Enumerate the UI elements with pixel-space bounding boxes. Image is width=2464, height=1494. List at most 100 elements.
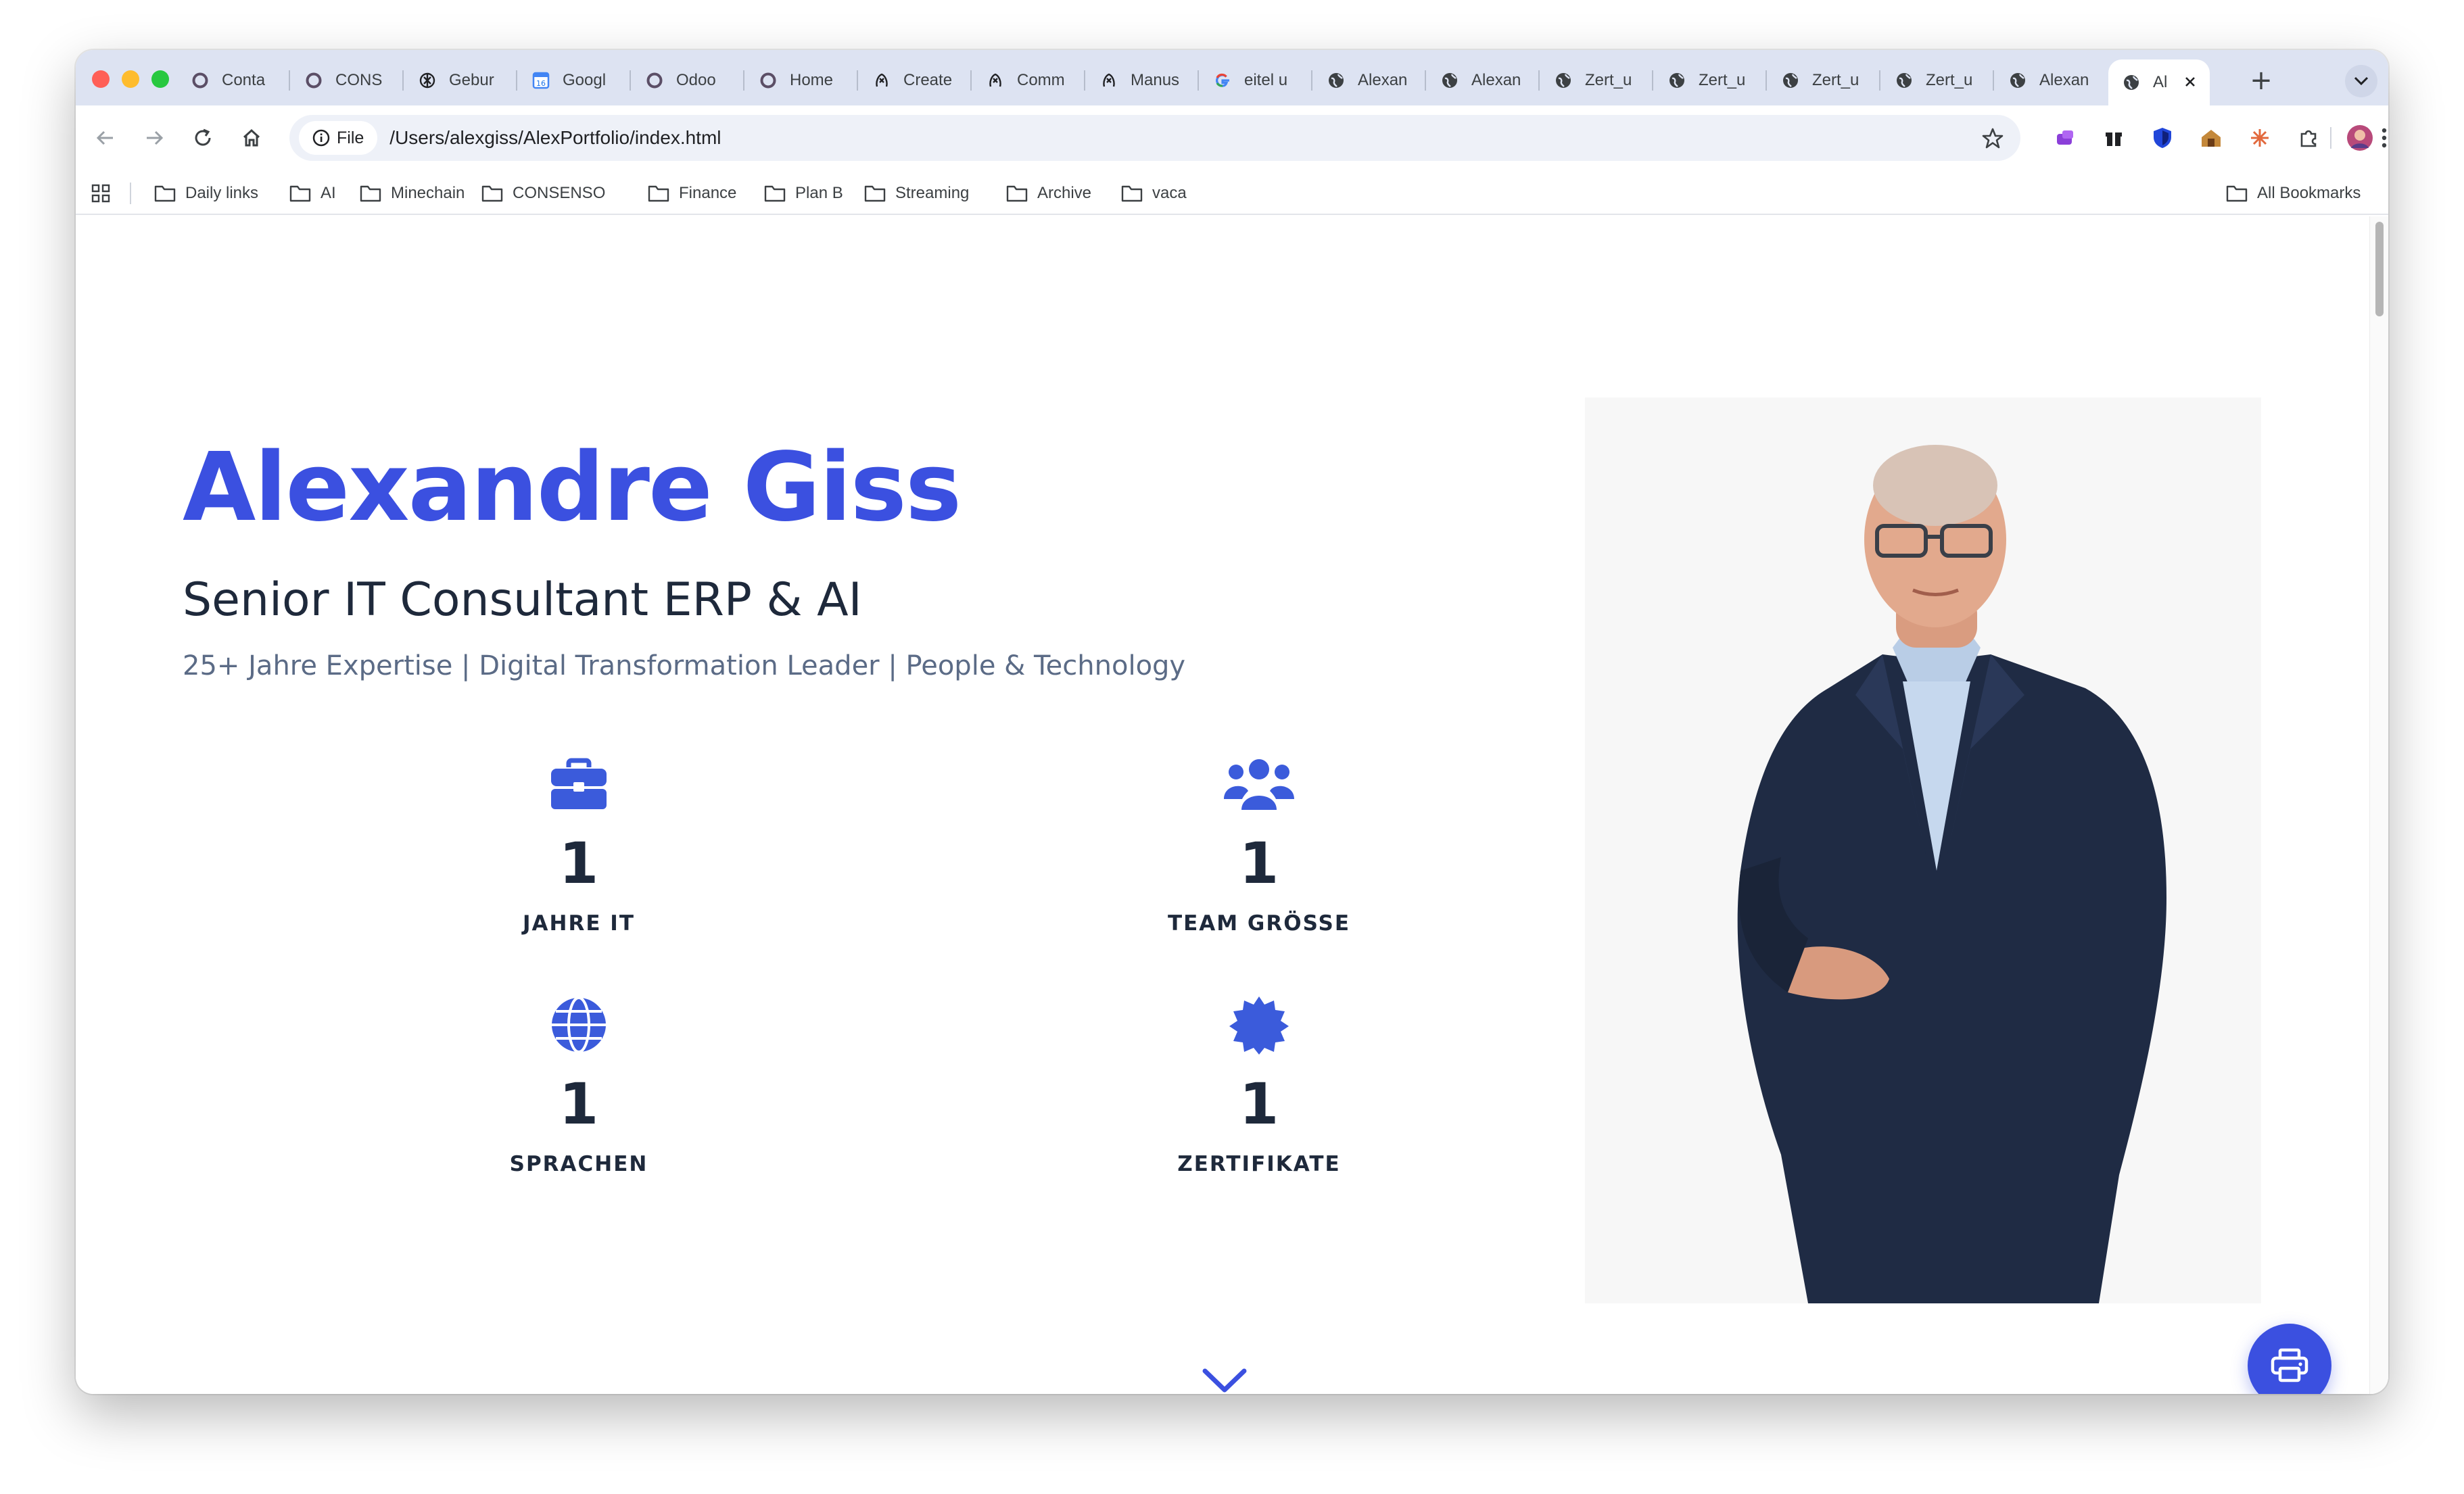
folder-icon <box>1006 185 1028 202</box>
page-scrollbar[interactable] <box>2369 216 2388 1394</box>
stat-team-size: 1 TEAM GRÖSSE <box>1117 750 1401 936</box>
tab-search-button[interactable] <box>2345 65 2377 97</box>
stat-label: ZERTIFIKATE <box>1177 1152 1341 1176</box>
hero-name: Alexandre Giss <box>183 433 962 543</box>
apps-grid-icon <box>91 184 110 203</box>
tab-separator <box>630 70 631 91</box>
bookmark-label: Daily links <box>185 184 259 202</box>
bookmark-folder[interactable]: vaca <box>1121 180 1187 207</box>
browser-tab[interactable]: Zert_u <box>1540 59 1651 101</box>
browser-menu-button[interactable] <box>2377 123 2388 153</box>
bookmark-folder[interactable]: AI <box>289 180 336 207</box>
scroll-down-button[interactable] <box>1201 1366 1248 1394</box>
browser-tab[interactable]: 16 Googl <box>518 59 629 101</box>
extension-gift-icon[interactable] <box>2099 123 2129 153</box>
tab-separator <box>1993 70 1994 91</box>
tab-title: Home <box>790 71 834 89</box>
bookmark-label: Streaming <box>895 184 970 202</box>
browser-tab[interactable]: CONS <box>291 59 402 101</box>
home-button[interactable] <box>235 122 268 154</box>
bookmark-folder[interactable]: Streaming <box>864 180 969 207</box>
bookmark-label: Plan B <box>795 184 843 202</box>
globe-icon <box>1554 71 1573 90</box>
globe-icon <box>2122 73 2141 92</box>
reload-icon <box>195 128 211 146</box>
address-bar[interactable]: File /Users/alexgiss/AlexPortfolio/index… <box>289 115 2020 161</box>
browser-tab[interactable]: Zert_u <box>1768 59 1878 101</box>
bookmark-star-icon[interactable] <box>1981 127 2004 150</box>
browser-tab[interactable]: Gebur <box>404 59 515 101</box>
browser-tab[interactable]: Alexan <box>1427 59 1538 101</box>
bookmark-folder[interactable]: Minechain <box>360 180 465 207</box>
page-viewport: Alexandre Giss Senior IT Consultant ERP … <box>76 216 2388 1394</box>
extension-star-burst-icon[interactable] <box>2245 123 2275 153</box>
browser-tab[interactable]: Odoo <box>632 59 742 101</box>
forward-button[interactable] <box>138 122 170 154</box>
close-window-button[interactable] <box>92 70 110 88</box>
print-button[interactable] <box>2248 1324 2331 1394</box>
maximize-window-button[interactable] <box>151 70 169 88</box>
browser-tab[interactable]: Home <box>745 59 856 101</box>
browser-tab[interactable]: Conta <box>177 59 288 101</box>
tab-title: Zert_u <box>1812 71 1859 89</box>
profile-photo <box>1585 397 2261 1303</box>
apps-grid-button[interactable] <box>91 180 111 207</box>
bookmark-folder[interactable]: Plan B <box>764 180 843 207</box>
extensions-puzzle-icon[interactable] <box>2294 123 2323 153</box>
extension-purple-icon[interactable] <box>2050 123 2080 153</box>
bookmark-label: AI <box>321 184 336 202</box>
bookmark-label: vaca <box>1152 184 1187 202</box>
browser-tab[interactable]: Al <box>2108 59 2210 105</box>
extension-house-icon[interactable] <box>2196 123 2226 153</box>
browser-tab[interactable]: Alexan <box>1313 59 1424 101</box>
browser-toolbar: File /Users/alexgiss/AlexPortfolio/index… <box>76 105 2388 170</box>
folder-icon <box>154 185 176 202</box>
shield-extension-icon[interactable] <box>2148 123 2177 153</box>
stat-certificates: 1 ZERTIFIKATE <box>1117 991 1401 1176</box>
tab-title: Gebur <box>449 71 494 89</box>
scrollbar-thumb[interactable] <box>2375 222 2384 316</box>
stat-label: JAHRE IT <box>523 911 635 936</box>
browser-tab[interactable]: Create <box>859 59 970 101</box>
bookmark-folder[interactable]: Archive <box>1006 180 1091 207</box>
profile-avatar[interactable] <box>2345 123 2375 153</box>
odoo-icon <box>759 71 778 90</box>
scheme-label: File <box>337 128 364 147</box>
url-text[interactable]: /Users/alexgiss/AlexPortfolio/index.html <box>389 127 721 149</box>
browser-tab[interactable]: Zert_u <box>1654 59 1765 101</box>
odoo-icon <box>191 71 210 90</box>
svg-text:16: 16 <box>536 79 546 88</box>
globe-icon <box>437 991 721 1059</box>
tab-title: Alexan <box>1358 71 1408 89</box>
kebab-menu-icon <box>2382 128 2387 148</box>
tab-title: Odoo <box>676 71 716 89</box>
bookmark-folder[interactable]: Finance <box>648 180 736 207</box>
bookmark-folder[interactable]: Daily links <box>154 180 258 207</box>
close-tab-icon[interactable] <box>2184 73 2196 92</box>
browser-tab[interactable]: Manus <box>1086 59 1197 101</box>
tab-separator <box>1538 70 1540 91</box>
new-tab-button[interactable]: + <box>2241 59 2281 101</box>
browser-tab[interactable]: Alexan <box>1995 59 2106 101</box>
back-button[interactable] <box>89 122 122 154</box>
globe-icon <box>2008 71 2027 90</box>
all-bookmarks-button[interactable]: All Bookmarks <box>2226 180 2361 207</box>
browser-tab[interactable]: Zert_u <box>1881 59 1992 101</box>
minimize-window-button[interactable] <box>122 70 139 88</box>
hero-title: Senior IT Consultant ERP & AI <box>183 573 862 627</box>
tab-title: Manus <box>1131 71 1180 89</box>
folder-icon <box>764 185 786 202</box>
site-info-chip[interactable]: File <box>299 121 378 155</box>
tab-title: Conta <box>222 71 266 89</box>
bookmark-label: Archive <box>1037 184 1092 202</box>
chevron-down-icon <box>1202 1368 1247 1393</box>
bookmark-folder[interactable]: CONSENSO <box>481 180 605 207</box>
browser-tab[interactable]: Comm <box>972 59 1083 101</box>
all-bookmarks-label: All Bookmarks <box>2257 184 2361 202</box>
reload-button[interactable] <box>187 122 219 154</box>
browser-tab[interactable]: eitel u <box>1200 59 1310 101</box>
stat-languages: 1 SPRACHEN <box>437 991 721 1176</box>
tab-title: Alexan <box>1471 71 1521 89</box>
printer-icon <box>2271 1348 2308 1382</box>
info-icon <box>312 129 330 147</box>
